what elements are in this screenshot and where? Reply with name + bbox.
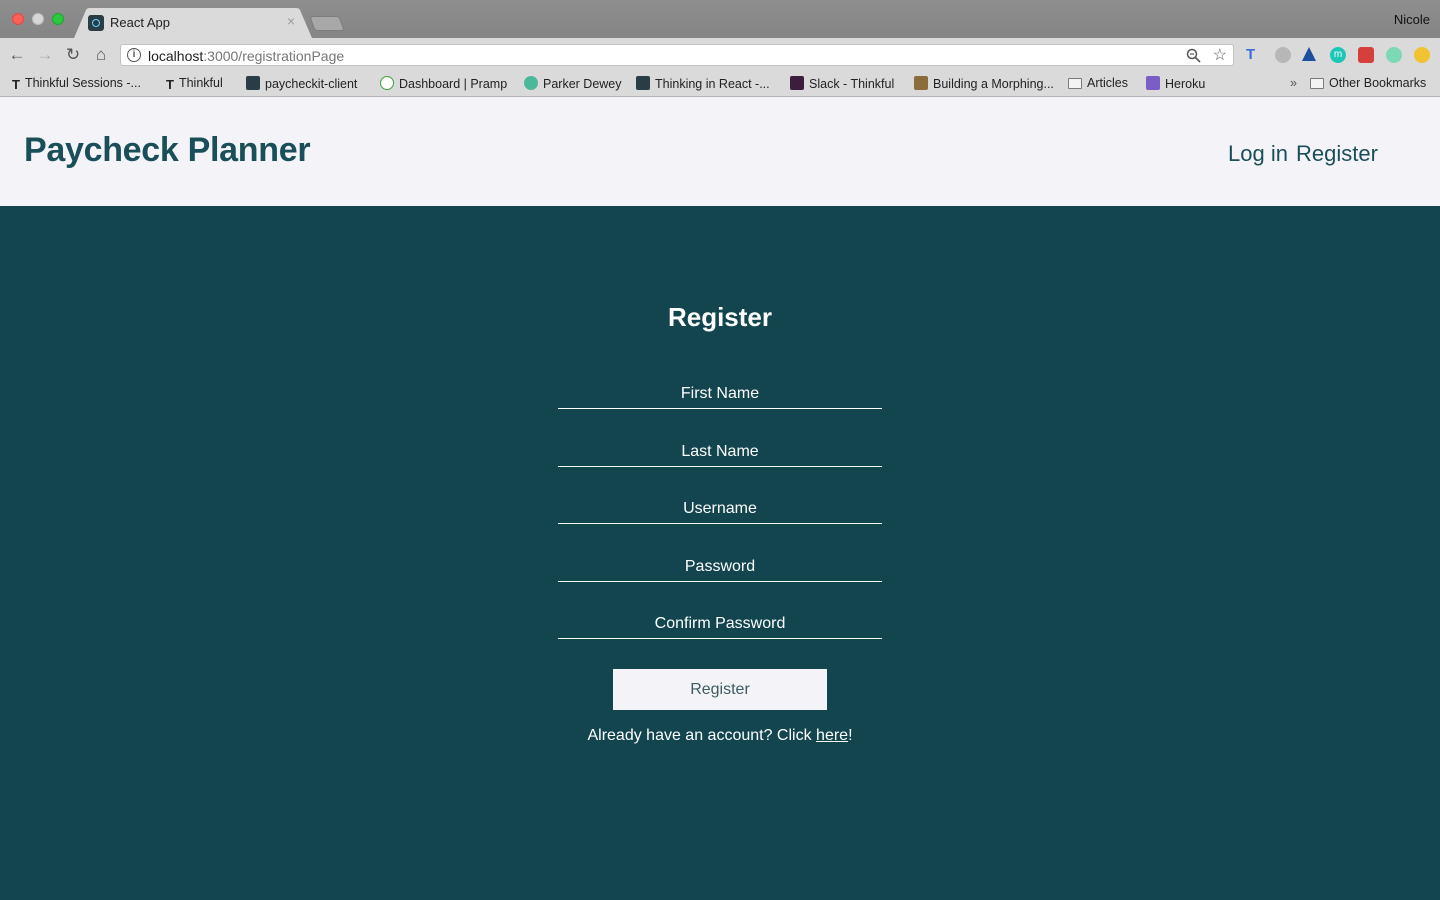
heroku-icon bbox=[1146, 76, 1160, 90]
login-prompt: Already have an account? Click here! bbox=[0, 727, 1440, 745]
bookmark-item[interactable]: Dashboard | Pramp bbox=[380, 76, 507, 91]
minimize-window-button[interactable] bbox=[32, 13, 44, 25]
bookmark-star-icon[interactable]: ☆ bbox=[1213, 45, 1227, 65]
bookmark-label: Parker Dewey bbox=[543, 77, 622, 91]
bookmark-item[interactable]: Heroku bbox=[1146, 76, 1205, 91]
username-input[interactable] bbox=[558, 490, 882, 523]
browser-chrome: React App × Nicole ← → ↻ ⌂ i localhost:3… bbox=[0, 0, 1440, 97]
bookmark-label: Slack - Thinkful bbox=[809, 77, 895, 91]
url-text[interactable]: localhost:3000/registrationPage bbox=[148, 48, 344, 64]
yellow-extension-icon[interactable] bbox=[1414, 47, 1430, 63]
url-path: :3000/registrationPage bbox=[203, 48, 345, 64]
react-logo-icon bbox=[246, 76, 260, 90]
bookmark-folder[interactable]: Articles bbox=[1068, 76, 1128, 90]
red-extension-icon[interactable] bbox=[1358, 47, 1374, 63]
form-title: Register bbox=[667, 302, 773, 332]
bookmark-item[interactable]: T Thinkful Sessions -... bbox=[12, 76, 141, 92]
thinkful-icon: T bbox=[166, 77, 174, 92]
folder-icon bbox=[1310, 78, 1324, 89]
register-link[interactable]: Register bbox=[1296, 141, 1378, 167]
folder-icon bbox=[1068, 78, 1082, 89]
register-submit-button[interactable]: Register bbox=[613, 669, 827, 710]
password-field-wrapper bbox=[558, 548, 882, 582]
zoom-icon[interactable] bbox=[1186, 48, 1201, 63]
bookmark-item[interactable]: Building a Morphing... bbox=[914, 76, 1054, 91]
bookmark-label: Thinking in React -... bbox=[655, 77, 770, 91]
reload-icon[interactable]: ↻ bbox=[62, 44, 84, 66]
login-here-link[interactable]: here bbox=[816, 727, 848, 744]
thinkful-extension-icon[interactable]: T bbox=[1246, 47, 1262, 63]
last-name-field-wrapper bbox=[558, 433, 882, 467]
bookmark-label: Dashboard | Pramp bbox=[399, 77, 508, 91]
parker-dewey-icon bbox=[524, 76, 538, 90]
extension-icon[interactable] bbox=[1275, 47, 1291, 63]
browser-toolbar: ← → ↻ ⌂ i localhost:3000/registrationPag… bbox=[0, 38, 1440, 72]
password-input[interactable] bbox=[558, 548, 882, 581]
app-header: Paycheck Planner Log in Register bbox=[0, 97, 1440, 206]
registration-section: Register Register Already have an accoun… bbox=[0, 206, 1440, 900]
close-window-button[interactable] bbox=[12, 13, 24, 25]
home-icon[interactable]: ⌂ bbox=[90, 44, 112, 66]
info-icon[interactable]: i bbox=[127, 48, 141, 62]
new-tab-button[interactable] bbox=[309, 16, 345, 31]
brand-title[interactable]: Paycheck Planner bbox=[24, 131, 311, 170]
checkmark-icon bbox=[380, 76, 394, 90]
react-logo-icon bbox=[636, 76, 650, 90]
bookmark-item[interactable]: Thinking in React -... bbox=[636, 76, 770, 91]
forward-arrow-icon[interactable]: → bbox=[34, 44, 56, 66]
maximize-window-button[interactable] bbox=[52, 13, 64, 25]
confirm-password-field-wrapper bbox=[558, 605, 882, 639]
last-name-input[interactable] bbox=[558, 433, 882, 466]
bookmark-item[interactable]: paycheckit-client bbox=[246, 76, 357, 91]
address-bar[interactable]: i localhost:3000/registrationPage ☆ bbox=[120, 44, 1234, 66]
back-arrow-icon[interactable]: ← bbox=[6, 44, 28, 66]
more-bookmarks-chevron-icon[interactable]: » bbox=[1290, 76, 1297, 90]
bookmark-label: Heroku bbox=[1165, 77, 1206, 91]
bookmarks-bar: T Thinkful Sessions -... T Thinkful payche… bbox=[0, 72, 1440, 97]
bookmark-label: Articles bbox=[1087, 76, 1128, 90]
url-host: localhost bbox=[148, 48, 204, 64]
react-logo-icon bbox=[88, 15, 104, 31]
bookmark-label: Building a Morphing... bbox=[933, 77, 1054, 91]
other-bookmarks-folder[interactable]: Other Bookmarks bbox=[1310, 76, 1426, 90]
bookmark-label: Thinkful Sessions -... bbox=[24, 76, 141, 90]
triangle-extension-icon[interactable] bbox=[1302, 47, 1316, 61]
bookmark-item[interactable]: Slack - Thinkful bbox=[790, 76, 894, 91]
profile-name[interactable]: Nicole bbox=[1394, 12, 1430, 27]
slack-icon bbox=[790, 76, 804, 90]
first-name-field-wrapper bbox=[558, 375, 882, 409]
green-extension-icon[interactable] bbox=[1386, 47, 1402, 63]
thinkful-icon: T bbox=[12, 77, 20, 92]
bookmark-item[interactable]: T Thinkful bbox=[166, 76, 223, 92]
tab-strip: React App × Nicole bbox=[0, 0, 1440, 38]
login-prompt-text: Already have an account? Click bbox=[587, 727, 817, 744]
login-prompt-end: ! bbox=[848, 727, 853, 744]
tab-title: React App bbox=[110, 15, 170, 30]
first-name-input[interactable] bbox=[558, 375, 882, 408]
bookmark-item[interactable]: Parker Dewey bbox=[524, 76, 622, 91]
bookmark-label: Thinkful bbox=[178, 76, 223, 90]
username-field-wrapper bbox=[558, 490, 882, 524]
confirm-password-input[interactable] bbox=[558, 605, 882, 638]
login-link[interactable]: Log in bbox=[1228, 141, 1288, 167]
bookmark-label: paycheckit-client bbox=[265, 77, 358, 91]
other-bookmarks-label: Other Bookmarks bbox=[1329, 76, 1427, 90]
m-extension-icon[interactable]: m bbox=[1330, 47, 1346, 63]
person-icon bbox=[914, 76, 928, 90]
tab-close-icon[interactable]: × bbox=[287, 13, 295, 29]
